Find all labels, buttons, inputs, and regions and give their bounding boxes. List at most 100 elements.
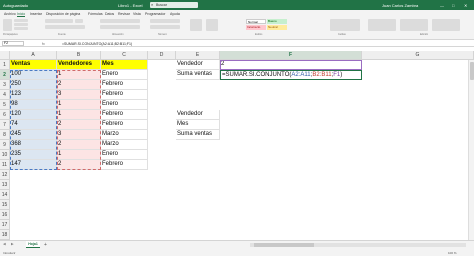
editing-buttons[interactable] [368, 19, 396, 31]
name-box[interactable]: F2 [2, 41, 24, 46]
col-header-d[interactable]: D [148, 51, 176, 60]
style-normal[interactable]: Normal [246, 19, 266, 24]
row-header-2[interactable]: 2 [0, 70, 10, 80]
sheet-tab-hoja1[interactable]: Hoja1 [26, 241, 40, 248]
number-format-select[interactable] [150, 19, 180, 23]
cell-b3[interactable]: 2 [57, 80, 101, 90]
cell-a11[interactable]: 147 [10, 160, 57, 170]
row-header-6[interactable]: 6 [0, 110, 10, 120]
row-header-16[interactable]: 16 [0, 210, 10, 220]
cell-a2[interactable]: 100 [10, 70, 57, 80]
search-input[interactable]: ⌕ Buscar [150, 2, 198, 8]
minimize-icon[interactable]: — [440, 3, 444, 8]
vertical-scroll-thumb[interactable] [470, 62, 474, 80]
sheet-next-icon[interactable]: ▶ [11, 242, 14, 246]
cell-c11[interactable]: Febrero [101, 160, 148, 170]
tab-insertar[interactable]: Insertar [30, 12, 42, 16]
row-header-8[interactable]: 8 [0, 130, 10, 140]
tab-vista[interactable]: Vista [133, 12, 141, 16]
cell-b11[interactable]: 2 [57, 160, 101, 170]
cell-e8[interactable]: Suma ventas [176, 130, 220, 140]
cell-b10[interactable]: 1 [57, 150, 101, 160]
row-header-9[interactable]: 9 [0, 140, 10, 150]
cell-c9[interactable]: Marzo [101, 140, 148, 150]
cell-a9[interactable]: 368 [10, 140, 57, 150]
row-header-1[interactable]: 1 [0, 60, 10, 70]
align-top-buttons[interactable] [100, 19, 140, 23]
row-header-11[interactable]: 11 [0, 160, 10, 170]
autosave-label[interactable]: Autoguardado [3, 3, 28, 8]
format-as-table-button[interactable] [206, 19, 218, 31]
maximize-icon[interactable]: □ [452, 3, 454, 8]
cell-c2[interactable]: Enero [101, 70, 148, 80]
cell-a6[interactable]: 120 [10, 110, 57, 120]
tab-formulas[interactable]: Fórmulas [88, 12, 103, 16]
cell-b1[interactable]: Vendedores [57, 60, 101, 70]
copy-button[interactable] [14, 23, 28, 26]
cell-c6[interactable]: Febrero [101, 110, 148, 120]
tab-programador[interactable]: Programador [145, 12, 165, 16]
cell-c1[interactable]: Mes [101, 60, 148, 70]
style-neutral[interactable]: Neutral [267, 25, 287, 30]
align-bottom-buttons[interactable] [100, 25, 140, 29]
cell-a4[interactable]: 123 [10, 90, 57, 100]
font-select[interactable] [45, 19, 73, 23]
cell-c7[interactable]: Febrero [101, 120, 148, 130]
cell-e1[interactable]: Vendedor [176, 60, 220, 70]
tab-ayuda[interactable]: Ayuda [170, 12, 180, 16]
cell-c3[interactable]: Febrero [101, 80, 148, 90]
row-header-10[interactable]: 10 [0, 150, 10, 160]
row-header-7[interactable]: 7 [0, 120, 10, 130]
horizontal-scroll-thumb[interactable] [254, 243, 314, 247]
cell-a7[interactable]: 74 [10, 120, 57, 130]
conditional-format-button[interactable] [190, 19, 202, 31]
cell-a5[interactable]: 98 [10, 100, 57, 110]
row-header-18[interactable]: 18 [0, 230, 10, 240]
cell-a1[interactable]: Ventas [10, 60, 57, 70]
cell-b4[interactable]: 3 [57, 90, 101, 100]
worksheet-grid[interactable]: A B C D E F G 1 2 3 4 5 6 7 8 9 10 11 12… [0, 51, 474, 240]
col-header-b[interactable]: B [57, 51, 101, 60]
find-select-button[interactable] [432, 19, 460, 31]
cells-buttons[interactable] [330, 19, 360, 31]
col-header-f[interactable]: F [220, 51, 362, 60]
row-header-15[interactable]: 15 [0, 200, 10, 210]
number-format-buttons[interactable] [150, 25, 180, 29]
cell-a10[interactable]: 235 [10, 150, 57, 160]
cell-c5[interactable]: Enero [101, 100, 148, 110]
style-bueno[interactable]: Bueno [267, 19, 287, 24]
paste-button[interactable] [3, 19, 12, 31]
cell-b5[interactable]: 1 [57, 100, 101, 110]
style-incorrecto[interactable]: Incorrecto [246, 25, 266, 30]
cell-c8[interactable]: Marzo [101, 130, 148, 140]
tab-archivo[interactable]: Archivo [4, 12, 16, 16]
cell-c10[interactable]: Enero [101, 150, 148, 160]
close-icon[interactable]: ✕ [464, 3, 467, 8]
cell-e7[interactable]: Mes [176, 120, 220, 130]
col-header-c[interactable]: C [101, 51, 148, 60]
sheet-prev-icon[interactable]: ◀ [3, 242, 6, 246]
col-header-g[interactable]: G [362, 51, 474, 60]
row-header-3[interactable]: 3 [0, 80, 10, 90]
row-header-17[interactable]: 17 [0, 220, 10, 230]
cell-e2[interactable]: Suma ventas [176, 70, 220, 80]
row-header-12[interactable]: 12 [0, 170, 10, 180]
font-size-select[interactable] [75, 19, 83, 23]
cell-a3[interactable]: 250 [10, 80, 57, 90]
cut-button[interactable] [14, 19, 28, 22]
tab-disposicion[interactable]: Disposición de página [46, 12, 80, 16]
sort-filter-button[interactable] [400, 19, 428, 31]
fx-icon[interactable]: fx [42, 42, 45, 46]
font-format-buttons[interactable] [45, 25, 85, 29]
format-painter-button[interactable] [14, 27, 28, 30]
cell-b9[interactable]: 2 [57, 140, 101, 150]
col-header-a[interactable]: A [10, 51, 57, 60]
vertical-scrollbar[interactable] [468, 60, 474, 240]
select-all-corner[interactable] [0, 51, 10, 60]
row-header-5[interactable]: 5 [0, 100, 10, 110]
cell-b8[interactable]: 3 [57, 130, 101, 140]
formula-input[interactable]: =SUMAR.SI.CONJUNTO(A2:A11;B2:B11;F1) [62, 42, 132, 46]
zoom-level[interactable]: 100 % [448, 251, 457, 255]
tab-revisar[interactable]: Revisar [118, 12, 130, 16]
row-header-14[interactable]: 14 [0, 190, 10, 200]
